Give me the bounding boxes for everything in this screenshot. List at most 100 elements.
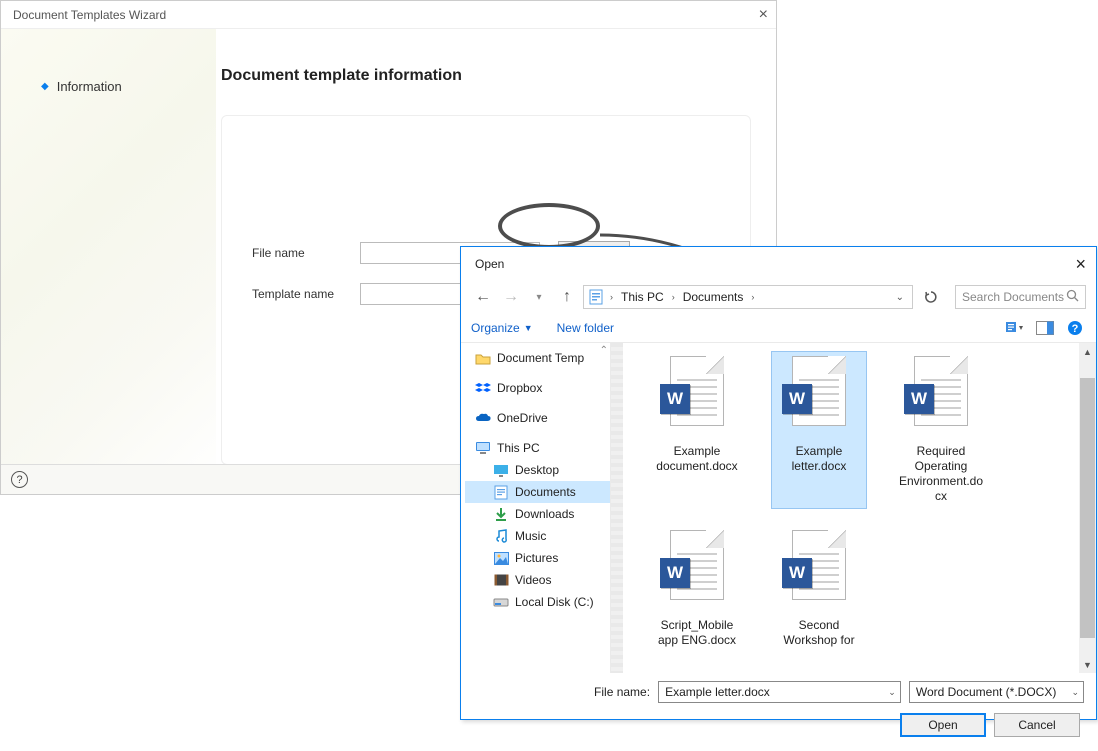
file-name-label: File name [252, 246, 342, 260]
download-icon [493, 506, 509, 522]
tree-item-label: OneDrive [497, 411, 548, 425]
file-item[interactable]: WSecond Workshop for [771, 525, 867, 653]
file-type-combo[interactable]: Word Document (*.DOCX) ⌄ [909, 681, 1084, 703]
bullet-icon: ◆ [41, 81, 49, 92]
sidebar-item-information[interactable]: ◆ Information [41, 79, 216, 94]
word-document-icon: W [660, 530, 734, 614]
tree-item-label: Desktop [515, 463, 559, 477]
scrollbar[interactable]: ▲ ▼ [1079, 343, 1096, 673]
chevron-right-icon: › [670, 292, 677, 302]
tree-item-label: Music [515, 529, 546, 543]
file-filter-value: Word Document (*.DOCX) [916, 685, 1056, 699]
tree-item-label: Videos [515, 573, 551, 587]
pictures-icon [493, 550, 509, 566]
breadcrumb[interactable]: › This PC › Documents › ⌄ [583, 285, 913, 309]
chevron-down-icon: ▼ [524, 323, 533, 333]
open-button-label: Open [928, 718, 957, 732]
tree-item-pictures[interactable]: Pictures [465, 547, 610, 569]
file-name-label: File name: [473, 685, 650, 699]
file-grid: WExample document.docxWExample letter.do… [649, 351, 1076, 653]
tree-item-dropbox[interactable]: Dropbox [465, 377, 610, 399]
file-item-label: Example document.docx [652, 444, 742, 474]
organize-label: Organize [471, 321, 520, 335]
tree-item-document-templates[interactable]: Document Temp [465, 347, 610, 369]
scroll-down-icon[interactable]: ▼ [1079, 656, 1096, 673]
file-list-pane: WExample document.docxWExample letter.do… [623, 343, 1096, 673]
open-dialog: Open × ← → ▾ ↑ › This PC › Documents › ⌄… [460, 246, 1097, 720]
help-icon[interactable]: ? [11, 471, 28, 488]
word-document-icon: W [782, 530, 856, 614]
nav-back-button[interactable]: ← [471, 285, 495, 309]
wizard-title: Document Templates Wizard [13, 8, 166, 22]
onedrive-icon [475, 410, 491, 426]
file-item-label: Required Operating Environment.docx [896, 444, 986, 504]
cancel-button[interactable]: Cancel [994, 713, 1080, 737]
scroll-up-icon[interactable]: ▲ [1079, 343, 1096, 360]
disk-icon [493, 594, 509, 610]
tree-item-label: Dropbox [497, 381, 542, 395]
file-item[interactable]: W Example document.docx [649, 351, 745, 509]
chevron-down-icon: ⌄ [888, 687, 896, 698]
dropbox-icon [475, 380, 491, 396]
word-document-icon: W [660, 356, 734, 440]
open-titlebar: Open × [461, 247, 1096, 281]
refresh-button[interactable] [919, 285, 943, 309]
nav-up-button[interactable]: ↑ [555, 285, 579, 309]
view-mode-button[interactable] [1004, 317, 1026, 339]
breadcrumb-documents[interactable]: Documents [677, 290, 750, 304]
breadcrumb-this-pc[interactable]: This PC [615, 290, 670, 304]
chevron-down-icon[interactable]: ▾ [527, 285, 551, 309]
chevron-down-icon[interactable]: ⌄ [892, 292, 908, 303]
file-item[interactable]: W Script_Mobile app ENG.docx [649, 525, 745, 653]
file-item-label: Script_Mobile app ENG.docx [652, 618, 742, 648]
tree-item-desktop[interactable]: Desktop [465, 459, 610, 481]
tree-item-documents[interactable]: Documents [465, 481, 610, 503]
close-icon[interactable]: × [759, 6, 768, 24]
file-name-combo[interactable]: Example letter.docx ⌄ [658, 681, 901, 703]
preview-pane-button[interactable] [1034, 317, 1056, 339]
open-button[interactable]: Open [900, 713, 986, 737]
sidebar-item-label: Information [57, 79, 122, 94]
scrollbar-thumb[interactable] [1080, 378, 1095, 638]
folder-tree: ⌃ Document Temp Dropbox OneDrive This PC… [461, 343, 611, 673]
cancel-button-label: Cancel [1018, 718, 1055, 732]
dialog-buttons: Open Cancel [473, 713, 1084, 737]
splitter-handle[interactable] [611, 343, 623, 673]
file-name-value: Example letter.docx [665, 685, 770, 699]
wizard-titlebar: Document Templates Wizard × [1, 1, 776, 29]
file-item[interactable]: WExample letter.docx [771, 351, 867, 509]
tree-item-downloads[interactable]: Downloads [465, 503, 610, 525]
tree-item-onedrive[interactable]: OneDrive [465, 407, 610, 429]
open-title-label: Open [475, 257, 504, 271]
tree-item-this-pc[interactable]: This PC [465, 437, 610, 459]
nav-forward-button[interactable]: → [499, 285, 523, 309]
organize-menu[interactable]: Organize ▼ [471, 321, 533, 335]
tree-item-videos[interactable]: Videos [465, 569, 610, 591]
svg-text:?: ? [1072, 323, 1079, 335]
template-name-label: Template name [252, 287, 342, 301]
document-icon [493, 484, 509, 500]
scroll-up-icon[interactable]: ⌃ [600, 345, 608, 356]
chevron-down-icon: ⌄ [1071, 687, 1079, 698]
word-document-icon: W [904, 356, 978, 440]
open-nav-bar: ← → ▾ ↑ › This PC › Documents › ⌄ Search… [461, 281, 1096, 313]
tree-item-label: Local Disk (C:) [515, 595, 594, 609]
help-icon[interactable]: ? [1064, 317, 1086, 339]
file-item-label: Example letter.docx [774, 444, 864, 474]
open-footer: File name: Example letter.docx ⌄ Word Do… [461, 673, 1096, 751]
close-icon[interactable]: × [1075, 254, 1086, 275]
search-icon [1066, 289, 1079, 305]
file-item[interactable]: WRequired Operating Environment.docx [893, 351, 989, 509]
open-body: ⌃ Document Temp Dropbox OneDrive This PC… [461, 343, 1096, 673]
tree-item-music[interactable]: Music [465, 525, 610, 547]
tree-item-local-disk-c[interactable]: Local Disk (C:) [465, 591, 610, 613]
new-folder-label: New folder [557, 321, 614, 335]
new-folder-button[interactable]: New folder [557, 321, 614, 335]
desktop-icon [493, 462, 509, 478]
open-toolbar: Organize ▼ New folder ? [461, 313, 1096, 343]
file-name-row: File name: Example letter.docx ⌄ Word Do… [473, 681, 1084, 703]
music-icon [493, 528, 509, 544]
tree-item-label: Document Temp [497, 351, 584, 365]
search-input[interactable]: Search Documents [955, 285, 1086, 309]
tree-item-label: Pictures [515, 551, 558, 565]
